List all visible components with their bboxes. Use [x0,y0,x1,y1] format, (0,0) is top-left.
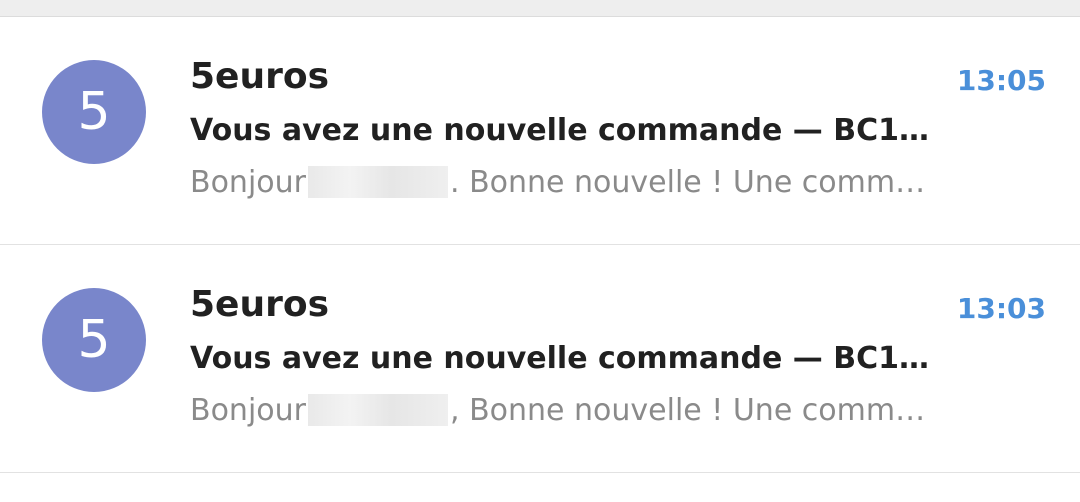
message-subject: Vous avez une nouvelle commande — BC1… [190,341,929,376]
redacted-name [308,394,448,426]
preview-greeting: Bonjour [190,393,306,428]
preview-greeting: Bonjour [190,165,306,200]
message-preview: Bonjour . Bonne nouvelle ! Une comm… [190,163,980,203]
list-item[interactable]: 5 5euros 13:03 Vous avez une nouvelle co… [0,245,1080,473]
top-divider-strip [0,0,1080,17]
avatar[interactable]: 5 [42,288,146,392]
message-time: 13:03 [956,292,1046,325]
list-item[interactable]: 5 5euros 13:05 Vous avez une nouvelle co… [0,17,1080,245]
preview-body: , Bonne nouvelle ! Une comm… [450,393,926,428]
avatar[interactable]: 5 [42,60,146,164]
sender-name: 5euros [190,56,330,97]
redacted-name [308,166,448,198]
message-time: 13:05 [956,64,1046,97]
message-preview: Bonjour , Bonne nouvelle ! Une comm… [190,391,980,431]
sender-name: 5euros [190,284,330,325]
message-subject: Vous avez une nouvelle commande — BC1… [190,113,929,148]
preview-body: . Bonne nouvelle ! Une comm… [450,165,926,200]
message-list: 5 5euros 13:05 Vous avez une nouvelle co… [0,17,1080,473]
